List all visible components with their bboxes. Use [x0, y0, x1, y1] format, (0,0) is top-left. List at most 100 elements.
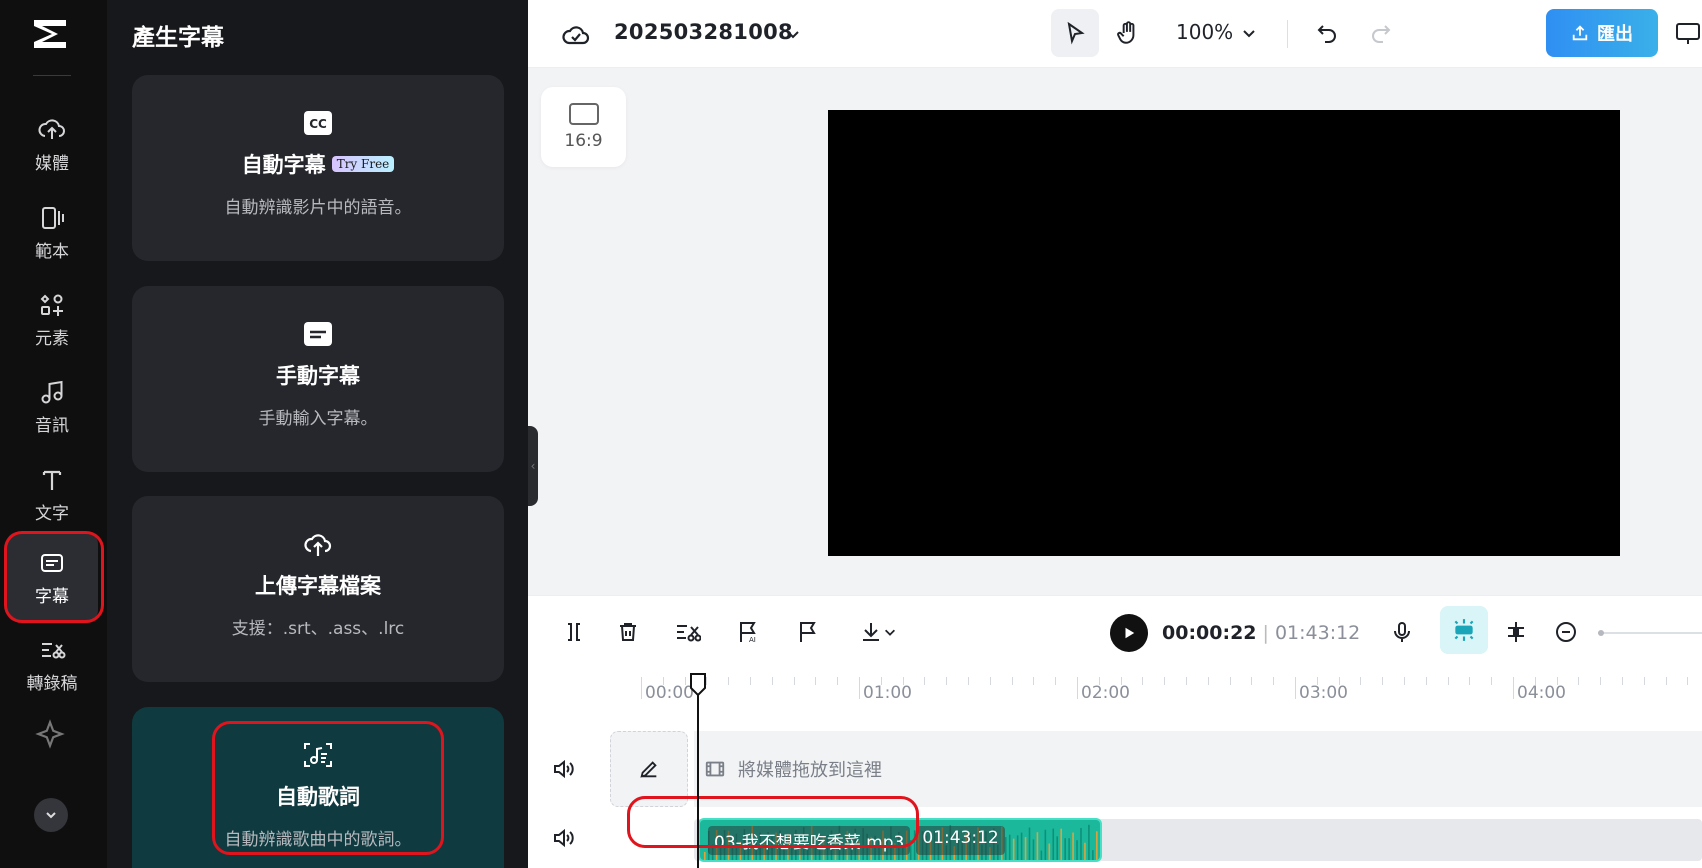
rail-expand-button[interactable]: [34, 798, 68, 832]
waveform-bar: [1072, 832, 1074, 860]
svg-text:AI: AI: [749, 636, 756, 644]
card-title: 自動歌詞: [276, 785, 360, 809]
cloud-sync-icon[interactable]: [560, 20, 592, 48]
rail-item-text[interactable]: 文字: [6, 450, 98, 538]
chevron-down-icon[interactable]: [781, 22, 805, 46]
audio-clip[interactable]: 03-我不想要吃香菜.mp3 01:43:12: [698, 818, 1102, 862]
ruler-minor-tick: [1643, 677, 1645, 685]
waveform-bar: [1080, 828, 1082, 860]
marker-button[interactable]: [788, 612, 828, 652]
ruler-minor-tick: [946, 677, 948, 685]
card-upload-captions[interactable]: 上傳字幕檔案 支援：.srt、.ass、.lrc: [132, 496, 504, 682]
music-lyrics-icon: [303, 741, 333, 769]
card-title: 手動字幕: [276, 364, 360, 388]
ruler-minor-tick: [1425, 677, 1427, 685]
ruler-major-tick: [1295, 677, 1296, 699]
chevron-down-icon[interactable]: [1240, 24, 1258, 42]
waveform-bar: [1032, 839, 1035, 860]
export-icon: [1572, 25, 1588, 41]
ruler-minor-tick: [1447, 677, 1449, 685]
drop-zone-text: 將媒體拖放到這裡: [738, 760, 882, 781]
rail-divider: [33, 75, 71, 76]
microphone-icon: [1394, 622, 1410, 642]
hand-tool-button[interactable]: [1104, 9, 1152, 57]
download-menu-button[interactable]: [850, 612, 906, 652]
media-drop-zone[interactable]: 將媒體拖放到這裡: [694, 731, 1702, 807]
timeline: 00:00 01:00 02:00 03:00 04:00 將媒體拖放到這裡 03-我不…: [528, 669, 1702, 868]
rail-item-audio[interactable]: 音訊: [6, 362, 98, 450]
ruler-minor-tick: [1229, 677, 1231, 685]
present-icon[interactable]: [1674, 18, 1702, 48]
rail-item-elements[interactable]: 元素: [6, 275, 98, 363]
rail-item-transcript[interactable]: 轉錄稿: [6, 620, 98, 708]
left-rail: 媒體 範本 元素 音訊 文字 字幕 轉錄稿: [0, 0, 107, 868]
zoom-out-button[interactable]: [1546, 612, 1586, 652]
rail-item-label: 元素: [35, 328, 69, 349]
ruler-minor-tick: [728, 677, 730, 685]
elements-icon: [40, 294, 63, 316]
ruler-minor-tick: [1665, 677, 1667, 685]
panel-collapse-handle[interactable]: ‹: [528, 426, 538, 506]
flag-icon: [800, 622, 816, 642]
speaker-icon[interactable]: [551, 757, 577, 783]
card-auto-captions[interactable]: CC 自動字幕 Try Free 自動辨識影片中的語音。: [132, 75, 504, 261]
project-name[interactable]: 202503281008: [614, 20, 793, 44]
capcut-logo-icon[interactable]: [28, 14, 72, 54]
ruler-minor-tick: [771, 677, 773, 685]
rail-item-label: 媒體: [35, 153, 69, 174]
rail-item-media[interactable]: 媒體: [6, 100, 98, 188]
cursor-icon: [1067, 21, 1085, 45]
transcript-edit-button[interactable]: [668, 612, 708, 652]
ruler-minor-tick: [1556, 677, 1558, 685]
export-button[interactable]: 匯出: [1546, 9, 1658, 57]
timeline-toolbar: AI 00:00:22 | 01:43:12: [528, 595, 1702, 669]
card-manual-captions[interactable]: 手動字幕 手動輸入字幕。: [132, 286, 504, 472]
chevron-down-icon: [885, 629, 895, 636]
video-preview[interactable]: [828, 110, 1620, 556]
rail-item-templates[interactable]: 範本: [6, 188, 98, 276]
snap-icon: [1454, 619, 1474, 641]
speaker-icon[interactable]: [551, 826, 577, 852]
film-icon: [705, 761, 725, 777]
auto-snap-toggle[interactable]: [1440, 606, 1488, 654]
play-button[interactable]: [1110, 614, 1148, 652]
align-center-icon: [1508, 622, 1524, 642]
cloud-upload-icon: [303, 530, 333, 558]
rail-item-captions[interactable]: 字幕: [6, 532, 98, 622]
waveform-bar: [1064, 838, 1066, 860]
waveform-bar: [1096, 831, 1098, 860]
select-tool-button[interactable]: [1051, 9, 1099, 57]
cover-edit-button[interactable]: [610, 731, 688, 807]
split-view-button[interactable]: [1496, 612, 1536, 652]
waveform-bar: [1088, 824, 1090, 860]
sparkle-icon[interactable]: [34, 718, 66, 750]
playhead-handle[interactable]: [688, 671, 708, 697]
chevron-down-icon: [46, 812, 56, 819]
zoom-level[interactable]: 100%: [1176, 20, 1233, 44]
playhead-line[interactable]: [697, 684, 699, 868]
ai-marker-button[interactable]: AI: [728, 612, 768, 652]
card-desc: 自動辨識歌曲中的歌詞。: [224, 830, 412, 850]
waveform-bar: [1028, 827, 1031, 860]
ruler-minor-tick: [1098, 677, 1100, 685]
transcript-icon: [42, 642, 66, 658]
redo-button[interactable]: [1362, 14, 1400, 52]
zoom-slider-thumb[interactable]: [1598, 630, 1604, 636]
ruler-minor-tick: [662, 677, 664, 685]
rail-item-label: 文字: [35, 503, 69, 524]
ruler-label: 04:00: [1517, 683, 1566, 703]
microphone-button[interactable]: [1382, 612, 1422, 652]
card-auto-lyrics[interactable]: 自動歌詞 自動辨識歌曲中的歌詞。: [132, 707, 504, 868]
waveform-bar: [1076, 840, 1078, 860]
delete-button[interactable]: [608, 612, 648, 652]
ruler-label: 03:00: [1299, 683, 1348, 703]
timecode: 00:00:22 | 01:43:12: [1162, 622, 1360, 644]
undo-button[interactable]: [1308, 14, 1346, 52]
timeline-zoom-slider[interactable]: [1598, 630, 1702, 636]
split-button[interactable]: [554, 612, 594, 652]
ruler-minor-tick: [1164, 677, 1166, 685]
aspect-ratio-button[interactable]: 16:9: [541, 87, 626, 167]
ruler-minor-tick: [1011, 677, 1013, 685]
ruler-minor-tick: [1382, 677, 1384, 685]
rail-item-label: 轉錄稿: [26, 673, 78, 694]
